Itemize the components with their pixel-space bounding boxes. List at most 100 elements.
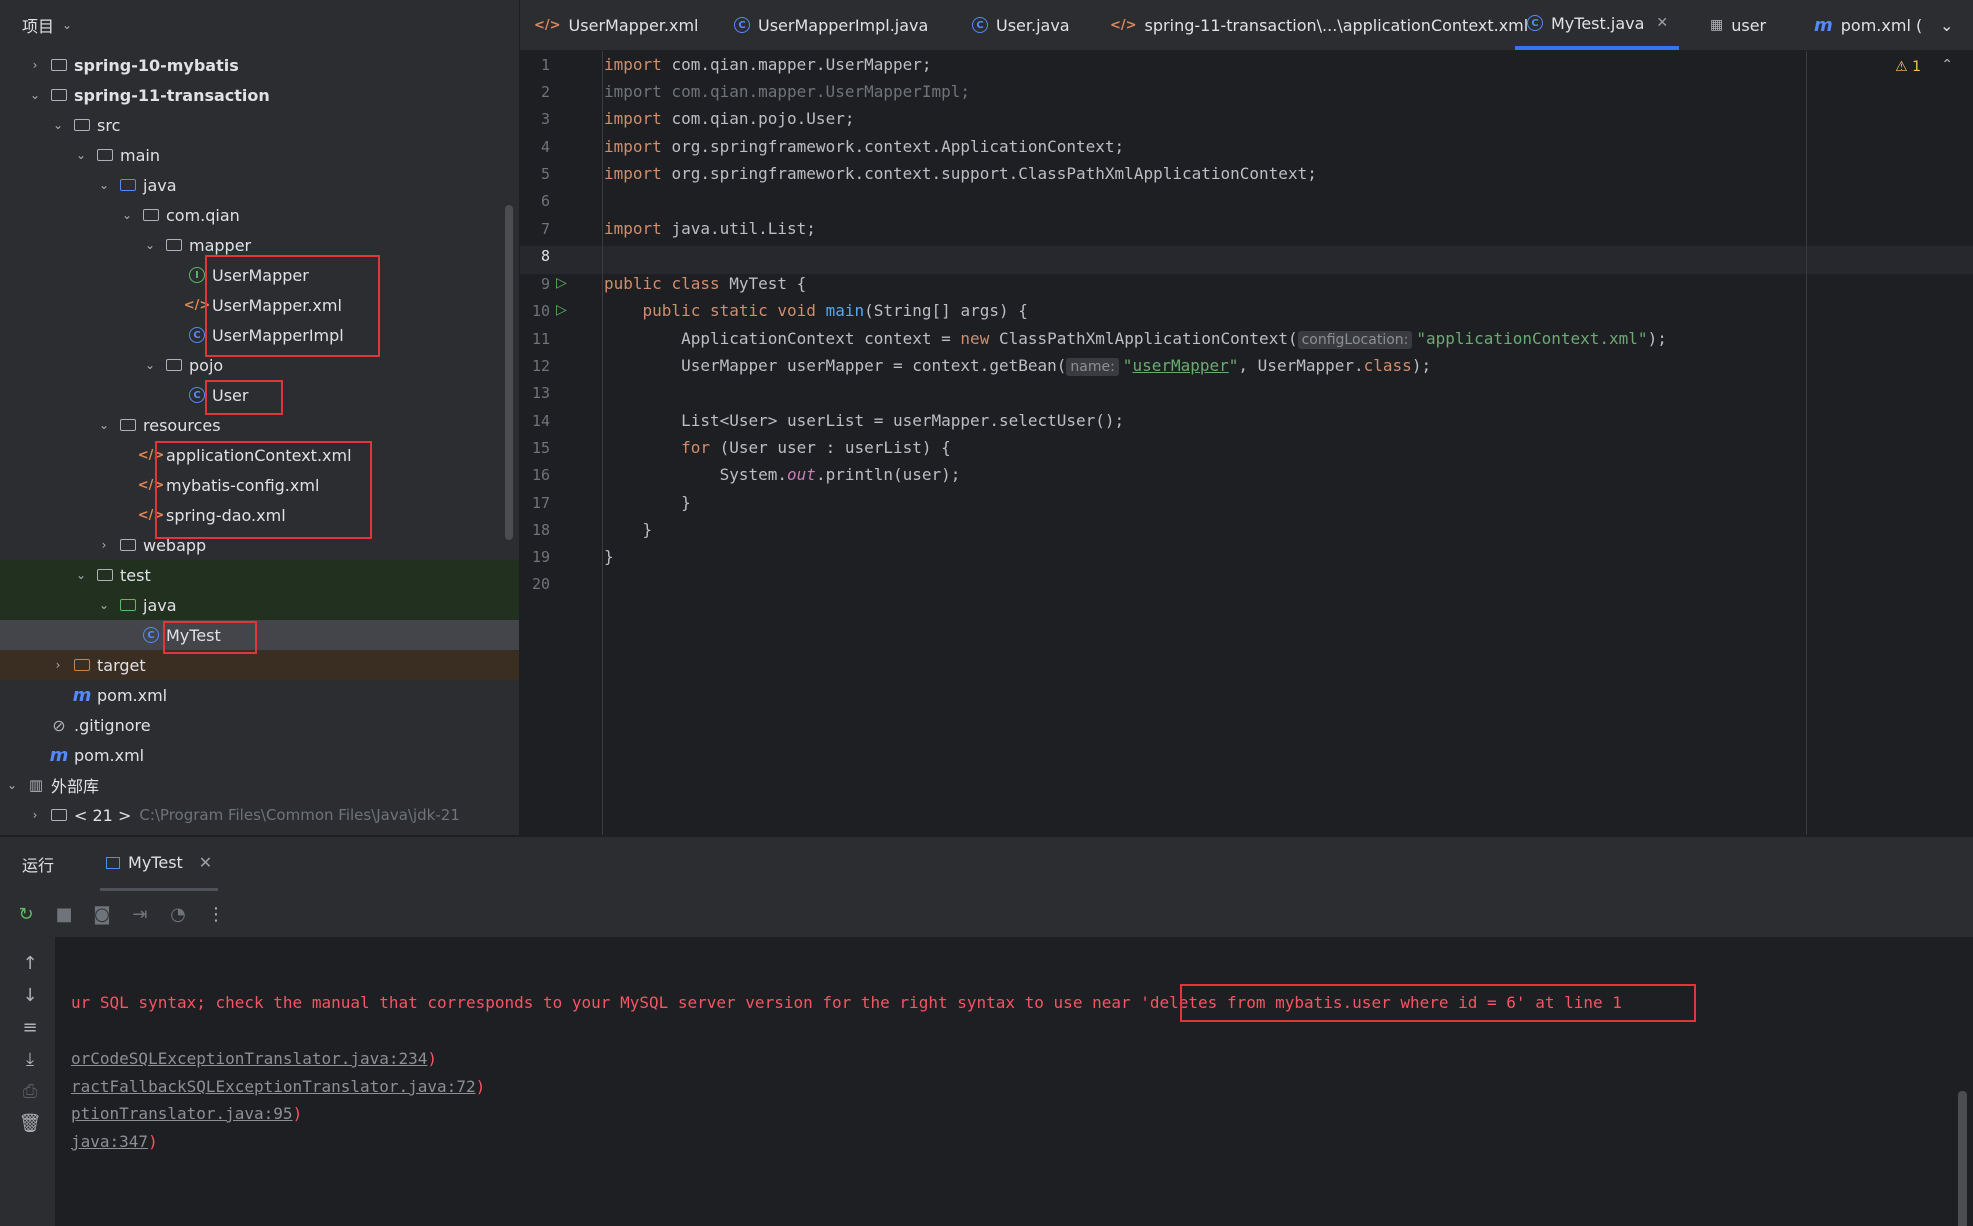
tabs-overflow-chevron-icon[interactable]: ⌄ <box>1940 0 1953 50</box>
tree-item-label: test <box>120 565 151 585</box>
line-number: 4 <box>540 138 550 156</box>
editor-tab-label: UserMapperImpl.java <box>758 15 929 35</box>
module-icon <box>50 56 68 74</box>
highlight-mytest-file <box>163 621 257 654</box>
tree-item[interactable]: m pom.xml <box>0 740 519 770</box>
trash-icon[interactable]: 🗑 <box>18 1113 42 1137</box>
tree-item[interactable]: ⌄ com.qian <box>0 200 519 230</box>
line-number: 19 <box>531 548 550 566</box>
arrow-down-icon[interactable]: ↓ <box>18 985 42 1009</box>
chevron-down-icon[interactable]: ⌄ <box>74 148 88 162</box>
chevron-down-icon[interactable]: ⌄ <box>120 208 134 222</box>
stack-trace-line: orCodeSQLExceptionTranslator.java:234) <box>71 1049 437 1068</box>
code-line-3: import com.qian.pojo.User; <box>604 109 855 128</box>
scroll-to-end-icon[interactable]: ⤓ <box>18 1049 42 1073</box>
chevron-down-icon[interactable]: ⌄ <box>143 238 157 252</box>
maven-icon: m <box>1814 14 1833 36</box>
rerun-icon[interactable]: ↻ <box>14 902 38 926</box>
chevron-right-icon[interactable]: › <box>28 808 42 822</box>
chevron-right-icon[interactable]: › <box>51 658 65 672</box>
project-view-selector[interactable]: 项目 ⌄ <box>0 0 519 50</box>
tree-item[interactable]: ⌄ main <box>0 140 519 170</box>
stack-trace-link[interactable]: ptionTranslator.java:95 <box>71 1104 293 1123</box>
highlight-sql-error <box>1180 984 1696 1022</box>
tree-item-label: .gitignore <box>74 715 151 735</box>
editor-tab[interactable]: </> UserMapper.xml <box>534 0 698 50</box>
console-scrollbar[interactable] <box>1958 1091 1967 1226</box>
chevron-up-icon[interactable]: ⌃ <box>1941 57 1953 73</box>
run-gutter-icon[interactable]: ▷ <box>556 275 567 291</box>
editor-tab[interactable]: C MyTest.java ✕ <box>1515 0 1679 50</box>
code-editor[interactable]: ⚠ 1 ⌃ 1 2 3 4 5 6 7 8 9 10 11 12 13 14 15 16 17 18 19 20 ▷ … <box>520 51 1973 835</box>
arrow-up-icon[interactable]: ↑ <box>18 953 42 977</box>
chevron-right-icon[interactable]: › <box>28 58 42 72</box>
chevron-down-icon[interactable]: ⌄ <box>74 568 88 582</box>
excluded-folder-icon <box>73 656 91 674</box>
more-options-icon[interactable]: ⋮ <box>204 902 228 926</box>
close-icon[interactable]: ✕ <box>1656 15 1668 31</box>
line-number: 2 <box>540 83 550 101</box>
chevron-down-icon[interactable]: ⌄ <box>28 88 42 102</box>
warning-icon: ⚠ <box>1895 59 1908 75</box>
code-line-1: import com.qian.mapper.UserMapper; <box>604 55 932 74</box>
chevron-down-icon[interactable]: ⌄ <box>143 358 157 372</box>
tree-item[interactable]: ⊘ .gitignore <box>0 710 519 740</box>
chevron-down-icon[interactable]: ⌄ <box>51 118 65 132</box>
project-scrollbar[interactable] <box>505 205 513 540</box>
tree-item[interactable]: C MyTest <box>0 620 519 650</box>
interface-icon: I <box>188 266 206 284</box>
class-icon: C <box>972 17 988 33</box>
stack-trace-tail: ) <box>475 1077 486 1096</box>
console-output[interactable]: ur SQL syntax; check the manual that cor… <box>55 937 1973 1226</box>
tree-item[interactable]: ⌄ ▥ 外部库 <box>0 770 519 800</box>
stack-trace-link[interactable]: java:347 <box>71 1132 148 1151</box>
tree-item[interactable]: › target <box>0 650 519 680</box>
tree-item[interactable]: › < 21 > C:\Program Files\Common Files\Jav… <box>0 800 519 830</box>
editor-tab[interactable]: C User.java <box>972 0 1070 50</box>
tree-item[interactable]: ⌄ java <box>0 170 519 200</box>
folder-icon <box>96 566 114 584</box>
editor-tab[interactable]: </> spring-11-transaction\...\application… <box>1110 0 1528 50</box>
tree-item[interactable]: ⌄ java <box>0 590 519 620</box>
folder-icon <box>73 116 91 134</box>
editor-tab[interactable]: C UserMapperImpl.java <box>734 0 928 50</box>
tree-item[interactable]: ⌄ spring-11-transaction <box>0 80 519 110</box>
run-tab-mytest[interactable]: MyTest ✕ <box>100 837 219 891</box>
package-icon <box>142 206 160 224</box>
editor-tab[interactable]: ▦ user <box>1710 0 1766 50</box>
chevron-down-icon[interactable]: ⌄ <box>97 418 111 432</box>
stack-trace-link[interactable]: orCodeSQLExceptionTranslator.java:234 <box>71 1049 427 1068</box>
editor-tab[interactable]: m pom.xml ( <box>1814 0 1922 50</box>
line-number: 6 <box>540 192 550 210</box>
tree-item[interactable]: ⌄ src <box>0 110 519 140</box>
print-icon[interactable]: ⎙ <box>18 1081 42 1105</box>
tree-item[interactable]: › spring-10-mybatis <box>0 50 519 80</box>
chevron-down-icon[interactable]: ⌄ <box>97 178 111 192</box>
run-gutter-icon[interactable]: ▷ <box>556 302 567 318</box>
chevron-down-icon[interactable]: ⌄ <box>62 18 72 32</box>
chevron-down-icon[interactable]: ⌄ <box>97 598 111 612</box>
stop-icon[interactable]: ■ <box>52 902 76 926</box>
tree-item[interactable]: m pom.xml <box>0 680 519 710</box>
tree-item[interactable]: ⌄ test <box>0 560 519 590</box>
stack-trace-link[interactable]: ractFallbackSQLExceptionTranslator.java:… <box>71 1077 476 1096</box>
tree-item-label: target <box>97 655 146 675</box>
warning-indicator[interactable]: ⚠ 1 <box>1895 59 1921 75</box>
editor-tab-label: spring-11-transaction\...\applicationCon… <box>1144 15 1529 35</box>
soft-wrap-icon[interactable]: ≡ <box>18 1017 42 1041</box>
profiler-icon[interactable]: ◔ <box>166 902 190 926</box>
ignore-icon: ⊘ <box>52 715 66 735</box>
close-icon[interactable]: ✕ <box>199 853 212 872</box>
run-panel-title: 运行 <box>22 856 55 875</box>
import-icon[interactable]: ⇥ <box>128 902 152 926</box>
tree-item-label: java <box>143 595 177 615</box>
package-icon <box>165 356 183 374</box>
tree-item-label: pojo <box>189 355 224 375</box>
chevron-right-icon[interactable]: › <box>97 538 111 552</box>
camera-icon[interactable]: ◙ <box>90 902 114 926</box>
code-line-19: } <box>604 547 614 566</box>
chevron-down-icon[interactable]: ⌄ <box>5 778 19 792</box>
folder-icon <box>96 146 114 164</box>
class-icon: C <box>188 326 206 344</box>
tree-item-label: pom.xml <box>74 745 145 765</box>
